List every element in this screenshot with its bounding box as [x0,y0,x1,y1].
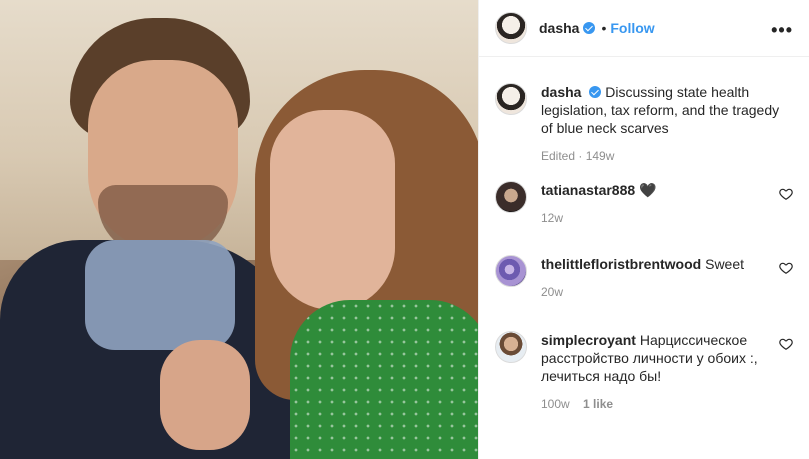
comment-age[interactable]: 20w [541,285,563,299]
comment-username[interactable]: tatianastar888 [541,182,635,198]
caption-username[interactable]: dasha [541,84,581,100]
comment-age[interactable]: 12w [541,211,563,225]
post-header: dasha • Follow ••• [479,0,809,57]
heart-outline-icon[interactable] [779,337,793,351]
comment-item: tatianastar888 🖤 12w [495,181,793,227]
comment-text: 🖤 [639,182,657,198]
verified-badge-icon [589,86,602,98]
caption-meta: Edited · 149w [541,149,615,163]
commenter-avatar[interactable] [495,331,527,363]
heart-outline-icon[interactable] [779,187,793,201]
commenter-avatar[interactable] [495,255,527,287]
comments-list: dasha Discussing state health legislatio… [479,57,809,413]
heart-outline-icon[interactable] [779,261,793,275]
comment-item: simplecroyant Нарциссическое расстройств… [495,331,793,413]
author-username[interactable]: dasha [539,20,579,36]
separator-dot: • [601,20,607,36]
comment-age[interactable]: 100w [541,397,570,411]
comment-likes[interactable]: 1 like [583,397,613,411]
author-avatar[interactable] [495,12,527,44]
caption: dasha Discussing state health legislatio… [495,73,793,165]
instagram-post: dasha • Follow ••• dasha Discussing stat… [0,0,809,459]
blue-neck-scarf [85,240,235,350]
more-options-icon[interactable]: ••• [771,20,793,41]
comment-text: Sweet [705,256,745,272]
caption-avatar[interactable] [495,83,527,115]
commenter-avatar[interactable] [495,181,527,213]
follow-button[interactable]: Follow [610,20,654,36]
comment-item: thelittlefloristbrentwood Sweet 20w [495,255,793,301]
post-sidebar: dasha • Follow ••• dasha Discussing stat… [478,0,809,459]
comment-username[interactable]: simplecroyant [541,332,636,348]
comment-username[interactable]: thelittlefloristbrentwood [541,256,701,272]
verified-badge-icon [583,22,596,34]
post-photo[interactable] [0,0,478,459]
